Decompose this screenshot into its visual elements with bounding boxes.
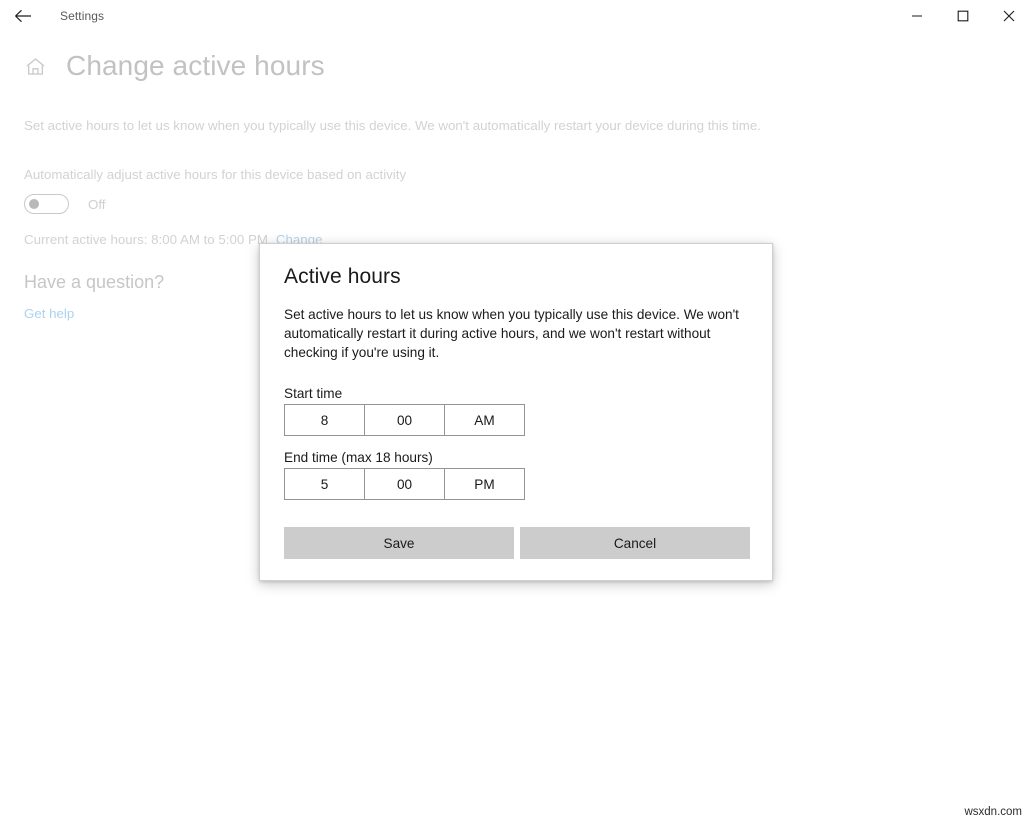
end-time-group: 5 00 PM xyxy=(284,468,525,500)
start-minute-field[interactable]: 00 xyxy=(364,404,445,436)
get-help-link[interactable]: Get help xyxy=(24,306,74,321)
start-meridiem-field[interactable]: AM xyxy=(444,404,525,436)
have-question-heading: Have a question? xyxy=(24,272,165,292)
cancel-button[interactable]: Cancel xyxy=(520,527,750,559)
toggle-knob xyxy=(29,199,39,209)
page-description: Set active hours to let us know when you… xyxy=(24,118,761,133)
back-button[interactable] xyxy=(0,0,46,32)
end-hour-field[interactable]: 5 xyxy=(284,468,365,500)
auto-adjust-label: Automatically adjust active hours for th… xyxy=(24,167,407,182)
title-bar: Settings xyxy=(0,0,1032,32)
save-button[interactable]: Save xyxy=(284,527,514,559)
minimize-icon xyxy=(911,10,923,22)
home-icon[interactable] xyxy=(24,55,46,77)
back-arrow-icon xyxy=(14,9,32,23)
toggle-state-label: Off xyxy=(88,196,106,212)
close-button[interactable] xyxy=(986,0,1032,32)
start-time-label: Start time xyxy=(284,386,343,401)
maximize-icon xyxy=(957,10,969,22)
page-header: Change active hours xyxy=(24,52,325,80)
dialog-button-row: Save Cancel xyxy=(284,527,750,559)
current-active-hours-text: Current active hours: 8:00 AM to 5:00 PM xyxy=(24,232,268,247)
end-time-label: End time (max 18 hours) xyxy=(284,450,433,465)
start-time-group: 8 00 AM xyxy=(284,404,525,436)
app-title: Settings xyxy=(60,9,105,23)
page-title: Change active hours xyxy=(66,50,325,81)
minimize-button[interactable] xyxy=(894,0,940,32)
dialog-title: Active hours xyxy=(284,265,401,288)
auto-adjust-toggle-row: Off xyxy=(24,194,106,214)
end-meridiem-field[interactable]: PM xyxy=(444,468,525,500)
auto-adjust-toggle[interactable] xyxy=(24,194,69,214)
dialog-description: Set active hours to let us know when you… xyxy=(284,307,739,361)
close-icon xyxy=(1003,10,1015,22)
active-hours-dialog: Active hours Set active hours to let us … xyxy=(259,243,773,581)
start-hour-field[interactable]: 8 xyxy=(284,404,365,436)
watermark: wsxdn.com xyxy=(964,806,1022,818)
maximize-button[interactable] xyxy=(940,0,986,32)
end-minute-field[interactable]: 00 xyxy=(364,468,445,500)
window-controls xyxy=(894,0,1032,32)
